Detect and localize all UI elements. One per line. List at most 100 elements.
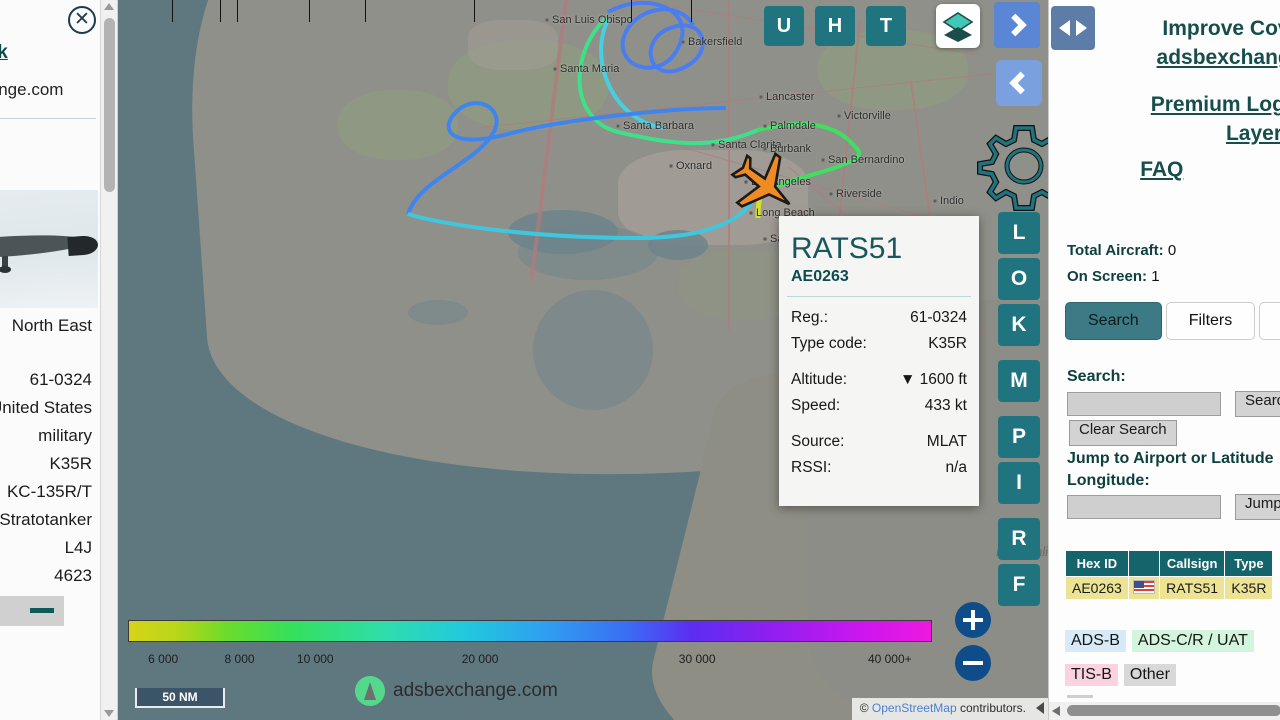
- chevron-right-icon[interactable]: [994, 2, 1040, 48]
- map-side-button-i[interactable]: I: [998, 462, 1040, 504]
- altitude-tick: [308, 0, 310, 22]
- attribution-copyright: ©: [859, 701, 869, 715]
- tab-search[interactable]: Search: [1065, 302, 1162, 340]
- map-side-button-l[interactable]: L: [998, 212, 1040, 254]
- aircraft-counts: Total Aircraft: 0 On Screen: 1: [1067, 238, 1176, 290]
- zoom-in-button[interactable]: [955, 602, 991, 638]
- search-input[interactable]: [1067, 392, 1221, 416]
- detail-operator: military: [38, 426, 92, 445]
- table-row[interactable]: AE0263 RATS51 K35R: [1065, 576, 1274, 600]
- city-label-san-bernardino: San Bernardino: [828, 154, 905, 166]
- search-button[interactable]: Search: [1235, 391, 1280, 417]
- popup-row-gap: [791, 419, 967, 429]
- altitude-tick: [690, 0, 692, 22]
- zoom-out-button[interactable]: [955, 645, 991, 681]
- premium-login-link[interactable]: Premium Login: new: [1151, 93, 1280, 116]
- legend-tisb[interactable]: TIS-B: [1065, 664, 1118, 686]
- detail-registration: 61-0324: [29, 370, 92, 389]
- attribution-collapse-icon[interactable]: [1036, 702, 1044, 714]
- map-side-button-r[interactable]: R: [998, 518, 1040, 560]
- us-flag-icon: [1127, 576, 1160, 600]
- tab-other[interactable]: O: [1259, 302, 1280, 340]
- layer-link[interactable]: Layer: [1226, 122, 1280, 145]
- city-label-bakersfield: Bakersfield: [688, 36, 743, 48]
- map-button-h[interactable]: H: [815, 6, 855, 46]
- clear-search-button[interactable]: Clear Search: [1069, 420, 1177, 446]
- popup-row-key: Altitude:: [791, 371, 848, 388]
- aircraft-popup[interactable]: RATS51 AE0263 Reg.: 61-0324 Type code: K35R…: [779, 216, 979, 506]
- map-side-button-m[interactable]: M: [998, 360, 1040, 402]
- detail-country: United States: [0, 398, 92, 417]
- altitude-tick: [630, 0, 632, 22]
- legend-adsc[interactable]: ADS-C/R / UAT: [1131, 630, 1254, 652]
- jump-input[interactable]: [1067, 495, 1221, 519]
- scroll-up-icon[interactable]: [104, 3, 114, 10]
- map-button-u[interactable]: U: [764, 6, 804, 46]
- chevron-left-icon[interactable]: [996, 60, 1042, 106]
- scroll-left-icon[interactable]: [1052, 706, 1060, 716]
- copy-link-button[interactable]: Copy Link: [0, 42, 8, 64]
- left-panel-gray-row: [0, 596, 64, 626]
- city-label-san-luis-obispo: San Luis Obispo: [552, 14, 633, 26]
- th-callsign[interactable]: Callsign: [1158, 550, 1226, 577]
- legend-other[interactable]: Other: [1123, 664, 1176, 686]
- sidebar-tabs: Search Filters O: [1065, 302, 1280, 340]
- popup-row-gap: [791, 357, 967, 367]
- map-button-t[interactable]: T: [866, 6, 906, 46]
- map-side-button-k[interactable]: K: [998, 304, 1040, 346]
- popup-row-key: Source:: [791, 433, 845, 450]
- detail-typecode: K35R: [49, 454, 92, 473]
- city-dot: [933, 199, 937, 203]
- popup-row-speed: Speed: 433 kt: [791, 393, 967, 419]
- aircraft-marker-rats51[interactable]: [730, 150, 800, 220]
- hscrollbar-thumb[interactable]: [1067, 705, 1280, 716]
- faq-link[interactable]: FAQ: [1140, 158, 1183, 182]
- direction-value: North East: [11, 316, 92, 335]
- city-dot: [763, 124, 767, 128]
- scrollbar-thumb[interactable]: [104, 18, 115, 192]
- popup-row-key: RSSI:: [791, 459, 832, 476]
- close-icon[interactable]: ✕: [68, 6, 96, 34]
- sidebar-horizontal-scrollbar[interactable]: [1049, 702, 1280, 720]
- left-panel-divider: [0, 118, 96, 119]
- altitude-tick: [473, 0, 475, 22]
- popup-row-rssi: RSSI: n/a: [791, 455, 967, 481]
- th-type[interactable]: Type: [1224, 550, 1274, 577]
- jump-button[interactable]: Jump: [1235, 494, 1280, 520]
- cell-callsign[interactable]: RATS51: [1158, 576, 1226, 600]
- cell-type[interactable]: K35R: [1224, 576, 1274, 600]
- altitude-label-10000: 10 000: [296, 652, 334, 666]
- heading-domain-link[interactable]: adsbexchange.com: [1069, 43, 1280, 72]
- heading-line1: Improve Coverage: [1162, 17, 1280, 40]
- popup-row-value: 61-0324: [910, 309, 967, 326]
- gear-icon[interactable]: [976, 118, 1048, 214]
- openstreetmap-link[interactable]: OpenStreetMap: [872, 701, 957, 715]
- altitude-color-scale: [128, 620, 932, 642]
- jump-label-line1: Jump to Airport or Latitude: [1067, 450, 1274, 467]
- map-side-button-f[interactable]: F: [998, 564, 1040, 606]
- left-aircraft-info-panel: ✕ Copy Link adsbexchange.com North East …: [0, 0, 118, 720]
- city-dot: [763, 237, 767, 241]
- th-flag[interactable]: [1127, 550, 1160, 577]
- map-side-button-p[interactable]: P: [998, 416, 1040, 458]
- cell-hex-id[interactable]: AE0263: [1065, 576, 1129, 600]
- left-panel-scrollbar[interactable]: [100, 0, 117, 720]
- sidebar-stub: [1067, 695, 1093, 698]
- left-panel-domain-text: adsbexchange.com: [0, 80, 64, 99]
- legend-adsb[interactable]: ADS-B: [1065, 630, 1126, 652]
- layers-icon[interactable]: [936, 4, 980, 48]
- legend-row-2: TIS-B Other: [1065, 664, 1176, 686]
- city-dot: [669, 164, 673, 168]
- popup-row-value: MLAT: [926, 433, 967, 450]
- right-sidebar: Improve Coverage adsbexchange.com Premiu…: [1048, 0, 1280, 720]
- popup-detail-rows: Reg.: 61-0324 Type code: K35R Altitude: ▼ 160…: [779, 297, 979, 481]
- aircraft-table[interactable]: Hex ID Callsign Type AE0263 RATS51 K35R: [1065, 550, 1274, 600]
- th-hex-id[interactable]: Hex ID: [1065, 550, 1129, 577]
- detail-squawk: 4623: [54, 566, 92, 585]
- scroll-down-icon[interactable]: [104, 710, 114, 717]
- map-side-button-o[interactable]: O: [998, 258, 1040, 300]
- tab-filters[interactable]: Filters: [1165, 302, 1256, 340]
- legend-row-1: ADS-B ADS-C/R / UAT: [1065, 630, 1254, 652]
- city-label-lancaster: Lancaster: [766, 91, 815, 103]
- popup-row-key: Reg.:: [791, 309, 829, 326]
